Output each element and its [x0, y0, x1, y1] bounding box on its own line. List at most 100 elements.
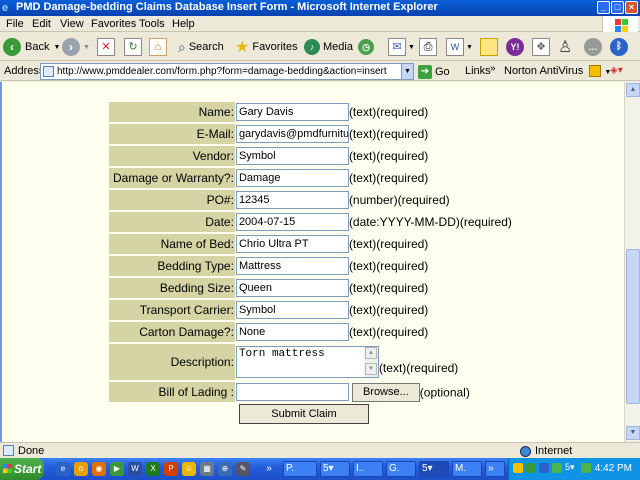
outlook-quicklaunch-icon[interactable]: o: [74, 462, 88, 476]
back-arrow-icon: ‹: [3, 38, 21, 56]
print-button[interactable]: ⎙: [419, 36, 437, 58]
media-player-quicklaunch-icon[interactable]: ▶: [110, 462, 124, 476]
scroll-up-icon[interactable]: ▲: [626, 83, 640, 97]
media-icon: ♪: [304, 39, 320, 55]
field-label: Carton Damage?:: [109, 322, 235, 342]
field-hint: (text)(required): [348, 281, 429, 295]
task-button-3[interactable]: I..: [353, 461, 383, 477]
scroll-down-icon[interactable]: ▼: [364, 363, 377, 375]
mail-button[interactable]: ✉ ▼: [388, 36, 415, 58]
task-button-4[interactable]: G.: [386, 461, 416, 477]
scroll-thumb[interactable]: [626, 249, 640, 404]
field-input[interactable]: [235, 125, 349, 143]
excel-quicklaunch-icon[interactable]: X: [146, 462, 160, 476]
field-input[interactable]: [235, 213, 349, 231]
menu-edit[interactable]: Edit: [32, 18, 51, 30]
textarea-scrollbar[interactable]: ▲ ▼: [363, 347, 378, 377]
tray-icon-5[interactable]: [581, 463, 591, 473]
field-input[interactable]: [235, 301, 349, 319]
tray-badge[interactable]: 5▾: [565, 462, 575, 473]
maximize-button[interactable]: □: [611, 1, 624, 14]
powerpoint-quicklaunch-icon[interactable]: P: [164, 462, 178, 476]
tray-icon-3[interactable]: [539, 463, 549, 473]
task-overflow-button[interactable]: »: [485, 461, 505, 477]
go-button[interactable]: ➔ Go: [418, 64, 450, 80]
stop-button[interactable]: ✕: [97, 36, 115, 58]
chevron-right-icon[interactable]: »: [490, 63, 496, 74]
menu-favorites[interactable]: Favorites: [91, 18, 136, 30]
submit-claim-button[interactable]: Submit Claim: [239, 404, 369, 424]
scroll-down-icon[interactable]: ▼: [626, 426, 640, 440]
back-button[interactable]: ‹ Back ▼: [3, 36, 60, 58]
field-input[interactable]: [235, 147, 349, 165]
app-quicklaunch-icon[interactable]: ▦: [200, 462, 214, 476]
scroll-up-icon[interactable]: ▲: [364, 347, 377, 359]
field-hint: (text)(required): [378, 361, 459, 375]
chevron-right-icon[interactable]: »: [262, 462, 276, 476]
task-button-1[interactable]: P.: [283, 461, 317, 477]
address-dropdown-button[interactable]: ▼: [401, 64, 413, 79]
form-row: Name: (text)(required): [109, 102, 512, 122]
task-button-6[interactable]: M.: [452, 461, 482, 477]
app-quicklaunch-icon-3[interactable]: ✎: [236, 462, 250, 476]
media-button[interactable]: ♪ Media: [304, 36, 353, 58]
word-quicklaunch-icon[interactable]: W: [128, 462, 142, 476]
form-row: Bedding Size: (text)(required): [109, 278, 512, 298]
chevron-down-icon: ▼: [466, 43, 473, 51]
field-input[interactable]: [235, 323, 349, 341]
chat-button[interactable]: …: [584, 36, 602, 58]
app-quicklaunch-icon-2[interactable]: ⊕: [218, 462, 232, 476]
favorites-button[interactable]: ★ Favorites: [235, 36, 298, 58]
field-input[interactable]: [235, 257, 349, 275]
history-icon: ◷: [358, 39, 374, 55]
firefox-quicklaunch-icon[interactable]: ◉: [92, 462, 106, 476]
field-cell: (text)(required): [235, 322, 512, 342]
field-input[interactable]: [235, 279, 349, 297]
close-button[interactable]: ×: [625, 1, 638, 14]
menu-view[interactable]: View: [60, 18, 84, 30]
field-input[interactable]: [235, 103, 349, 121]
messenger-quicklaunch-icon[interactable]: ☺: [182, 462, 196, 476]
toolbar-extension-icon[interactable]: ◈▾: [610, 65, 623, 76]
forward-button[interactable]: › ▼: [62, 36, 90, 58]
minimize-button[interactable]: _: [597, 1, 610, 14]
field-label: PO#:: [109, 190, 235, 210]
menu-help[interactable]: Help: [172, 18, 195, 30]
tray-icon-1[interactable]: [513, 463, 523, 473]
links-button[interactable]: Links: [465, 65, 491, 77]
tray-icon-4[interactable]: [552, 463, 562, 473]
research-button[interactable]: ❖: [532, 36, 550, 58]
address-input[interactable]: http://www.pmddealer.com/form.php?form=d…: [40, 63, 414, 80]
field-hint: (text)(required): [348, 171, 429, 185]
menu-tools[interactable]: Tools: [139, 18, 165, 30]
discuss-button[interactable]: [480, 36, 498, 58]
zone-label: Internet: [535, 445, 573, 457]
field-cell: (number)(required): [235, 190, 512, 210]
field-input[interactable]: [235, 191, 349, 209]
refresh-button[interactable]: ↻: [124, 36, 142, 58]
task-button-2[interactable]: 5▾: [320, 461, 350, 477]
task-button-ie-active[interactable]: 5▾: [419, 461, 449, 477]
bill-of-lading-file-input[interactable]: [235, 383, 349, 401]
edit-button[interactable]: W ▼: [446, 36, 473, 58]
search-button[interactable]: ⌕ Search: [178, 36, 224, 58]
tray-icon-2[interactable]: [526, 463, 536, 473]
history-button[interactable]: ◷: [358, 36, 374, 58]
messenger-button[interactable]: ♙: [558, 36, 572, 58]
bluetooth-button[interactable]: ᛒ: [610, 36, 628, 58]
form-row: Date: (date:YYYY-MM-DD)(required): [109, 212, 512, 232]
field-input[interactable]: [235, 235, 349, 253]
browse-button[interactable]: Browse...: [351, 382, 420, 402]
home-button[interactable]: ⌂: [149, 36, 167, 58]
menu-file[interactable]: File: [6, 18, 24, 30]
start-button[interactable]: Start: [0, 458, 44, 480]
field-cell: (text)(required): [235, 146, 512, 166]
description-textarea[interactable]: Torn mattress: [236, 347, 365, 377]
yahoo-messenger-button[interactable]: Y!: [506, 36, 524, 58]
vertical-scrollbar[interactable]: ▲ ▼: [624, 82, 640, 442]
field-label: Damage or Warranty?:: [109, 168, 235, 188]
norton-antivirus-button[interactable]: Norton AntiVirus ▼: [504, 65, 611, 78]
field-input[interactable]: [235, 169, 349, 187]
field-hint: (text)(required): [348, 303, 429, 317]
ie-quicklaunch-icon[interactable]: e: [56, 462, 70, 476]
